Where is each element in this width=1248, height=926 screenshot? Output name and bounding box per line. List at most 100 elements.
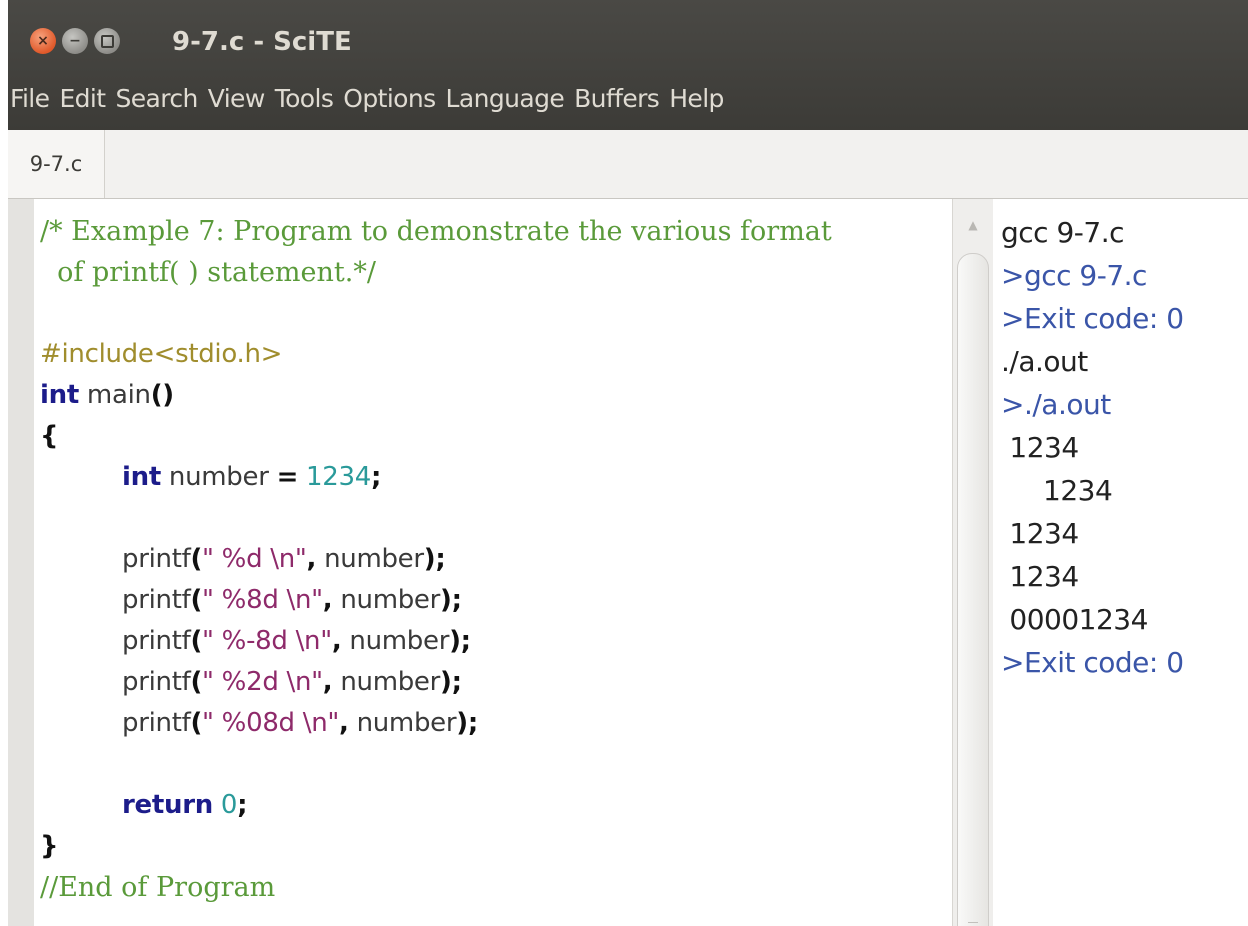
- buffer-tab-bar: 9-7.c: [8, 130, 1248, 199]
- keyword-return: return: [122, 790, 213, 820]
- number-literal: 0: [212, 790, 238, 820]
- open-paren: (: [190, 667, 203, 697]
- code-line: printf(" %2d \n", number);: [40, 662, 950, 703]
- menu-search[interactable]: Search: [115, 78, 207, 120]
- number-literal: 1234: [298, 462, 371, 492]
- output-line: >./a.out: [1001, 388, 1111, 421]
- code-line: printf(" %08d \n", number);: [40, 703, 950, 744]
- argument: number: [332, 667, 441, 697]
- argument: number: [316, 544, 424, 574]
- format-string: " %08d \n": [202, 708, 340, 738]
- function-name: main: [78, 380, 151, 410]
- editor-vertical-scrollbar[interactable]: ▲: [952, 199, 994, 926]
- menu-view[interactable]: View: [208, 78, 275, 120]
- minimize-window-button[interactable]: −: [62, 28, 88, 54]
- output-line: 1234: [1001, 474, 1113, 507]
- function-call: printf: [122, 544, 191, 574]
- output-line: ./a.out: [1001, 345, 1088, 378]
- output-text: gcc 9-7.c >gcc 9-7.c >Exit code: 0 ./a.o…: [1001, 211, 1184, 684]
- code-line: /* Example 7: Program to demonstrate the…: [40, 211, 950, 252]
- code-editor[interactable]: /* Example 7: Program to demonstrate the…: [8, 199, 952, 926]
- open-paren: (: [190, 708, 203, 738]
- code-line: printf(" %-8d \n", number);: [40, 621, 950, 662]
- keyword-int: int: [40, 380, 79, 410]
- output-line: 1234: [1001, 560, 1079, 593]
- output-line: gcc 9-7.c: [1001, 216, 1124, 249]
- comment-text: of printf( ) statement.*/: [40, 257, 376, 288]
- comma: ,: [306, 544, 317, 574]
- close-paren-semicolon: );: [440, 667, 462, 697]
- close-icon: ×: [37, 33, 49, 49]
- output-line: >gcc 9-7.c: [1001, 259, 1147, 292]
- code-line: return 0;: [40, 785, 950, 826]
- output-line: >Exit code: 0: [1001, 646, 1184, 679]
- maximize-icon: [100, 34, 114, 48]
- close-paren-semicolon: );: [440, 585, 462, 615]
- menu-help[interactable]: Help: [669, 78, 734, 120]
- assign-operator: =: [276, 462, 299, 492]
- close-paren-semicolon: );: [456, 708, 478, 738]
- code-line: int main(): [40, 375, 950, 416]
- menu-tools[interactable]: Tools: [275, 78, 344, 120]
- comment-text: //End of Program: [40, 872, 276, 903]
- close-window-button[interactable]: ×: [30, 28, 56, 54]
- window-title: 9-7.c - SciTE: [172, 27, 352, 57]
- title-and-menu-bar: × − 9-7.c - SciTE File Edit Search View …: [8, 0, 1248, 130]
- window-controls: × −: [30, 28, 120, 56]
- menu-file[interactable]: File: [8, 78, 59, 120]
- keyword-int: int: [122, 462, 161, 492]
- open-paren: (: [190, 544, 203, 574]
- minimize-icon: −: [69, 33, 81, 49]
- scrollbar-thumb[interactable]: [957, 253, 989, 926]
- code-line: #include<stdio.h>: [40, 334, 950, 375]
- format-string: " %d \n": [202, 544, 307, 574]
- semicolon: ;: [371, 462, 382, 492]
- comma: ,: [339, 708, 349, 738]
- menu-buffers[interactable]: Buffers: [574, 78, 669, 120]
- code-line: {: [40, 416, 950, 457]
- comma: ,: [322, 585, 333, 615]
- editor-margin[interactable]: [8, 199, 34, 926]
- function-call: printf: [122, 585, 191, 615]
- output-line: 00001234: [1001, 603, 1148, 636]
- semicolon: ;: [237, 790, 248, 820]
- grip-icon: [968, 922, 978, 926]
- parentheses: (): [150, 380, 174, 410]
- format-string: " %8d \n": [202, 585, 323, 615]
- output-line: 1234: [1001, 431, 1079, 464]
- output-pane[interactable]: gcc 9-7.c >gcc 9-7.c >Exit code: 0 ./a.o…: [993, 199, 1248, 926]
- code-line: int number = 1234;: [40, 457, 950, 498]
- code-line: printf(" %8d \n", number);: [40, 580, 950, 621]
- open-brace: {: [40, 421, 59, 451]
- menu-bar: File Edit Search View Tools Options Lang…: [8, 78, 734, 120]
- code-line: printf(" %d \n", number);: [40, 539, 950, 580]
- menu-options[interactable]: Options: [343, 78, 445, 120]
- maximize-window-button[interactable]: [94, 28, 120, 54]
- close-paren-semicolon: );: [449, 626, 471, 656]
- tab-9-7-c[interactable]: 9-7.c: [8, 130, 105, 198]
- argument: number: [348, 708, 457, 738]
- code-line: //End of Program: [40, 867, 950, 908]
- code-line: of printf( ) statement.*/: [40, 252, 950, 293]
- close-paren-semicolon: );: [423, 544, 446, 574]
- function-call: printf: [122, 708, 191, 738]
- close-brace: }: [40, 831, 59, 861]
- comment-text: /* Example 7: Program to demonstrate the…: [40, 216, 832, 247]
- source-code: /* Example 7: Program to demonstrate the…: [40, 211, 950, 908]
- variable-name: number: [160, 462, 277, 492]
- output-line: 1234: [1001, 517, 1079, 550]
- argument: number: [341, 626, 450, 656]
- scroll-up-arrow-icon[interactable]: ▲: [953, 215, 993, 235]
- argument: number: [332, 585, 441, 615]
- preprocessor-directive: #include<stdio.h>: [40, 339, 283, 369]
- format-string: " %-8d \n": [202, 626, 332, 656]
- function-call: printf: [122, 667, 191, 697]
- menu-edit[interactable]: Edit: [59, 78, 115, 120]
- comma: ,: [322, 667, 333, 697]
- menu-language[interactable]: Language: [446, 78, 575, 120]
- open-paren: (: [190, 626, 203, 656]
- scite-window: × − 9-7.c - SciTE File Edit Search View …: [8, 0, 1248, 926]
